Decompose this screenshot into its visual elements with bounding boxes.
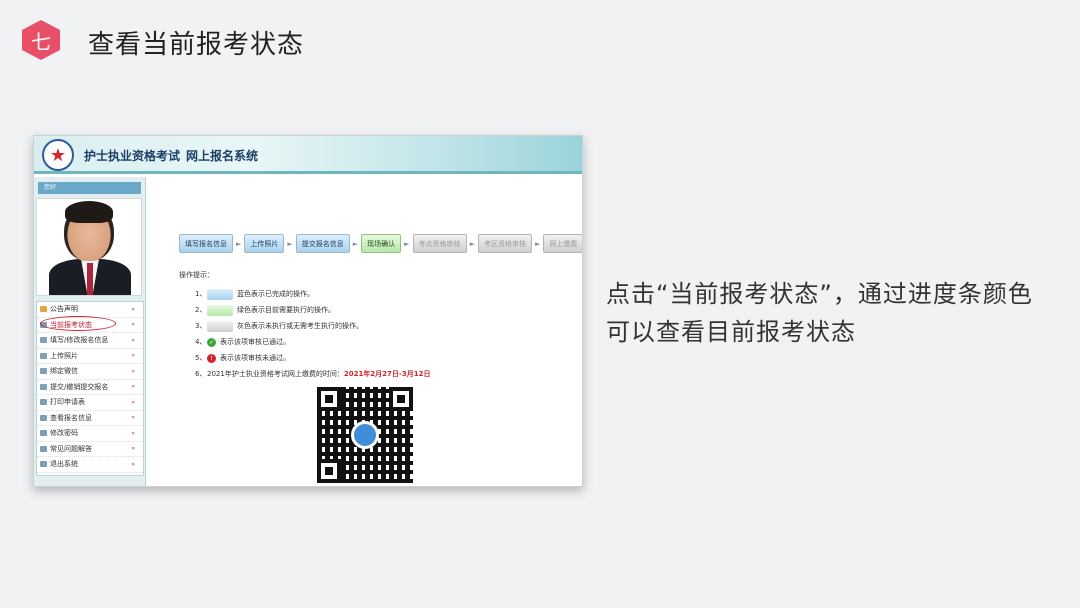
step-upload-photo: 上传照片	[244, 234, 285, 253]
sidebar-item-label: 填写/修改报名信息	[50, 336, 109, 345]
sidebar-item-upload-photo[interactable]: 上传照片 »	[37, 349, 143, 364]
sidebar-item-label: 公告声明	[50, 305, 78, 314]
tips-title: 操作提示：	[179, 271, 214, 279]
sidebar-item-view-info[interactable]: 查看报名信息 »	[37, 411, 143, 426]
app-banner: ★ 护士执业资格考试 网上报名系统	[34, 136, 582, 174]
qr-code-icon	[317, 387, 413, 483]
arrow-icon: »	[131, 336, 135, 344]
sidebar-item-edit-info[interactable]: 填写/修改报名信息 »	[37, 333, 143, 349]
step-fill-info: 填写报名信息	[179, 234, 233, 253]
payment-dates: 2021年2月27日-3月12日	[343, 370, 431, 378]
green-swatch	[207, 304, 233, 316]
star-emblem-icon: ★	[42, 139, 74, 171]
step-arrow-icon: ►	[236, 239, 242, 248]
sidebar-item-label: 绑定微信	[50, 367, 78, 376]
warning-icon: !	[207, 353, 216, 363]
slide-title: 查看当前报考状态	[88, 30, 305, 60]
step-arrow-icon: ►	[404, 239, 410, 248]
list-icon	[40, 352, 47, 359]
list-icon	[40, 445, 47, 452]
step-region-review: 考区资格审核	[477, 234, 532, 253]
tip-row: 5、 ! 表示该项审核未通过。	[195, 353, 290, 363]
app-title: 护士执业资格考试 网上报名系统	[84, 147, 258, 164]
list-icon	[40, 399, 47, 406]
step-arrow-icon: ►	[352, 239, 359, 248]
tip-row: 3、 灰色表示未执行或无需考生执行的操作。	[195, 320, 363, 332]
arrow-icon: »	[131, 429, 135, 437]
sidebar-item-announcement[interactable]: 公告声明 »	[37, 302, 143, 318]
step-online-payment: 网上缴费	[543, 234, 582, 253]
arrow-icon: »	[131, 383, 135, 391]
sidebar-item-label: 退出系统	[50, 460, 78, 469]
progress-steps: 填写报名信息 ► 上传照片 ► 提交报名信息 ► 现场确认 ► 考点资格审核 ►…	[179, 234, 582, 253]
app-title-sub: 网上报名系统	[186, 149, 259, 163]
list-icon	[40, 368, 47, 375]
sidebar-item-change-password[interactable]: 修改密码 »	[37, 426, 143, 442]
sidebar-item-logout[interactable]: 退出系统 »	[37, 457, 143, 473]
arrow-icon: »	[131, 398, 135, 406]
list-icon	[40, 461, 47, 468]
app-screenshot: ★ 护士执业资格考试 网上报名系统 您好 公告声明 » 当前报考状态 » 填写/修…	[33, 135, 583, 487]
sidebar-item-label: 上传照片	[50, 351, 78, 360]
blue-swatch	[207, 288, 233, 300]
sidebar-item-submit[interactable]: 提交/撤销提交报名 »	[37, 380, 143, 395]
tip-row: 1、 蓝色表示已完成的操作。	[195, 288, 314, 300]
home-icon	[40, 306, 47, 313]
step-arrow-icon: ►	[469, 239, 475, 248]
section-number-badge: 七	[22, 20, 60, 60]
arrow-icon: »	[131, 321, 135, 329]
sidebar-menu: 公告声明 » 当前报考状态 » 填写/修改报名信息 » 上传照片 » 绑定微信 …	[36, 301, 144, 476]
gray-swatch	[207, 320, 233, 332]
app-title-main: 护士执业资格考试	[84, 149, 181, 163]
tip-row: 6、 2021年护士执业资格考试网上缴费的时间： 2021年2月27日-3月12…	[195, 370, 431, 378]
sidebar-item-faq[interactable]: 常见问题解答 »	[37, 442, 143, 457]
list-icon	[40, 414, 47, 421]
sidebar-item-bind-wechat[interactable]: 绑定微信 »	[37, 364, 143, 380]
sidebar-item-label: 提交/撤销提交报名	[50, 382, 109, 391]
applicant-photo	[36, 198, 142, 296]
step-site-review: 考点资格审核	[412, 234, 467, 253]
highlight-circle	[40, 316, 116, 331]
step-onsite-confirm: 现场确认	[361, 234, 402, 253]
operation-tips: 操作提示： 1、 蓝色表示已完成的操作。 2、 绿色表示目前需要执行的操作。 3…	[179, 270, 430, 382]
check-icon: ✓	[207, 337, 216, 347]
arrow-icon: »	[131, 414, 135, 422]
sidebar-item-label: 查看报名信息	[50, 413, 92, 422]
tip-row: 4、 ✓ 表示该项审核已通过。	[195, 337, 290, 347]
sidebar-item-label: 修改密码	[50, 429, 78, 438]
step-submit-info: 提交报名信息	[295, 234, 350, 253]
arrow-icon: »	[131, 460, 135, 468]
tip-row: 2、 绿色表示目前需要执行的操作。	[195, 304, 335, 316]
step-arrow-icon: ►	[534, 239, 541, 248]
step-arrow-icon: ►	[287, 239, 293, 248]
document-icon	[40, 383, 47, 390]
welcome-bar: 您好	[38, 182, 141, 194]
list-icon	[40, 430, 47, 437]
sidebar-item-print[interactable]: 打印申请表 »	[37, 395, 143, 411]
sidebar-item-label: 打印申请表	[50, 398, 85, 407]
sidebar-item-label: 常见问题解答	[50, 444, 92, 453]
arrow-icon: »	[131, 352, 135, 360]
arrow-icon: »	[131, 367, 135, 375]
arrow-icon: »	[131, 305, 135, 313]
slide-caption: 点击“当前报考状态”，通过进度条颜色可以查看目前报考状态	[606, 280, 1033, 346]
list-icon	[40, 337, 47, 344]
arrow-icon: »	[131, 445, 135, 453]
main-content: 填写报名信息 ► 上传照片 ► 提交报名信息 ► 现场确认 ► 考点资格审核 ►…	[147, 177, 582, 486]
